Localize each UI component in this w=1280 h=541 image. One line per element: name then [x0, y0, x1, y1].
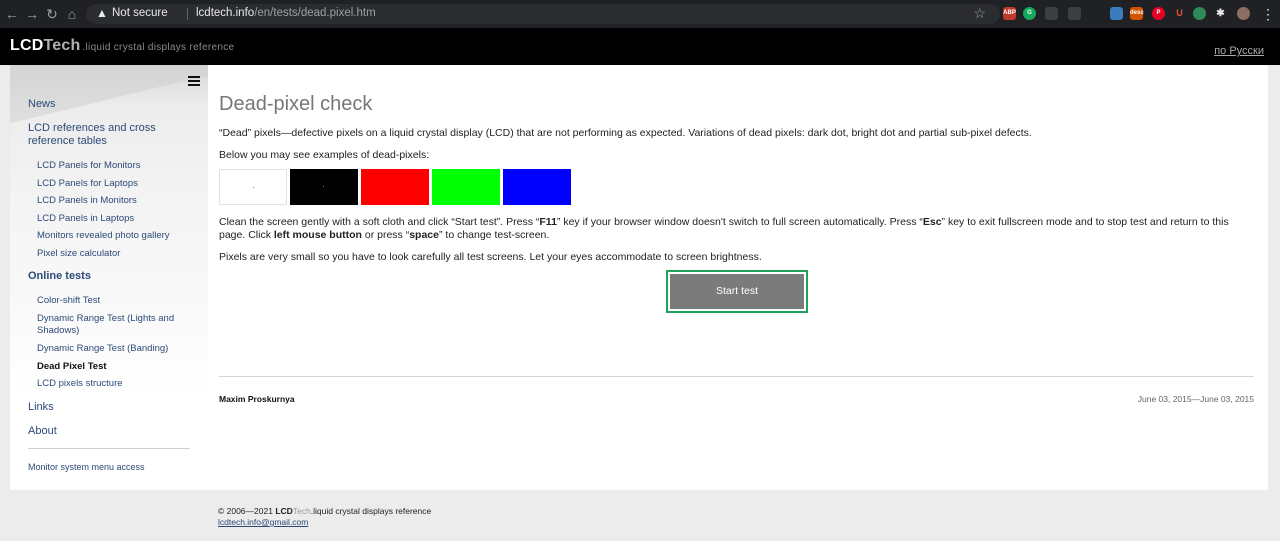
sidebar-item-online-tests[interactable]: Online tests: [28, 270, 91, 282]
sidebar-decoration: [10, 65, 208, 123]
main-content: Dead-pixel check “Dead” pixels—defective…: [219, 65, 1259, 490]
sidebar-item-about[interactable]: About: [28, 425, 57, 437]
browser-toolbar: ← → ↻ ⌂ ▲ Not secure lcdtech.info/en/tes…: [0, 0, 1280, 28]
extension-icon[interactable]: U: [1173, 7, 1186, 20]
sidebar-item-lcd-panels-monitors[interactable]: LCD Panels for Monitors: [37, 160, 140, 171]
sidebar-divider: [28, 448, 190, 449]
extension-icon[interactable]: [1110, 7, 1123, 20]
sidebar-item-lcd-references[interactable]: LCD references and cross reference table…: [28, 122, 178, 148]
sidebar-item-news[interactable]: News: [28, 98, 56, 110]
swatch-black: [290, 169, 358, 205]
start-test-button[interactable]: Start test: [670, 274, 804, 309]
abp-extension-icon[interactable]: ABP: [1003, 7, 1016, 20]
extension-icon[interactable]: [1068, 7, 1081, 20]
forward-arrow-icon[interactable]: →: [24, 6, 40, 22]
security-label: Not secure: [112, 7, 168, 19]
puzzle-extensions-icon[interactable]: ✱: [1214, 7, 1227, 20]
examples-label: Below you may see examples of dead-pixel…: [219, 149, 430, 161]
warning-icon: ▲: [96, 6, 108, 20]
sidebar-item-dynamic-range-banding[interactable]: Dynamic Range Test (Banding): [37, 343, 168, 354]
url-text: lcdtech.info/en/tests/dead.pixel.htm: [196, 7, 376, 19]
sidebar-item-color-shift-test[interactable]: Color-shift Test: [37, 295, 100, 306]
content-divider: [219, 376, 1254, 377]
sidebar-item-links[interactable]: Links: [28, 401, 54, 413]
bookmark-star-icon[interactable]: ☆: [973, 5, 986, 22]
sidebar-item-pixel-size-calculator[interactable]: Pixel size calculator: [37, 248, 120, 259]
sidebar-item-dead-pixel-test[interactable]: Dead Pixel Test: [37, 361, 107, 372]
sidebar-item-photo-gallery[interactable]: Monitors revealed photo gallery: [37, 230, 170, 241]
sidebar-item-panels-in-laptops[interactable]: LCD Panels in Laptops: [37, 213, 134, 224]
sidebar: News LCD references and cross reference …: [10, 65, 208, 490]
desc-extension-icon[interactable]: desc: [1130, 7, 1144, 20]
reload-icon[interactable]: ↻: [44, 6, 60, 22]
back-arrow-icon[interactable]: ←: [4, 6, 20, 22]
menu-dots-icon[interactable]: ⋮: [1260, 6, 1276, 22]
swatch-white: [219, 169, 287, 205]
sidebar-item-lcd-pixels-structure[interactable]: LCD pixels structure: [37, 378, 123, 389]
site-footer: © 2006—2021 LCDTech.liquid crystal displ…: [218, 506, 431, 528]
profile-avatar[interactable]: [1237, 7, 1250, 20]
author-name: Maxim Proskurnya: [219, 394, 295, 404]
instructions-paragraph: Clean the screen gently with a soft clot…: [219, 216, 1229, 241]
sidebar-item-lcd-panels-laptops[interactable]: LCD Panels for Laptops: [37, 178, 138, 189]
sidebar-item-dynamic-range-lights[interactable]: Dynamic Range Test (Lights and Shadows): [37, 313, 187, 337]
contact-email-link[interactable]: lcdtech.info@gmail.com: [218, 517, 308, 527]
publish-date: June 03, 2015—June 03, 2015: [1137, 394, 1254, 404]
content-card: News LCD references and cross reference …: [10, 65, 1268, 490]
swatch-blue: [503, 169, 571, 205]
address-bar[interactable]: ▲ Not secure lcdtech.info/en/tests/dead.…: [86, 4, 1000, 24]
grammarly-extension-icon[interactable]: G: [1023, 7, 1036, 20]
site-header: LCDTech .liquid crystal displays referenc…: [0, 28, 1280, 65]
intro-paragraph: “Dead” pixels—defective pixels on a liqu…: [219, 127, 1032, 139]
site-logo[interactable]: LCDTech .liquid crystal displays referenc…: [10, 37, 234, 55]
swatch-red: [361, 169, 429, 205]
copyright-text: © 2006—2021 LCDTech.liquid crystal displ…: [218, 506, 432, 516]
language-link[interactable]: по Русски: [1214, 45, 1264, 57]
swatch-green: [432, 169, 500, 205]
hamburger-menu-icon[interactable]: [188, 76, 200, 88]
sidebar-item-panels-in-monitors[interactable]: LCD Panels in Monitors: [37, 195, 137, 206]
sidebar-item-monitor-menu-access[interactable]: Monitor system menu access: [28, 462, 145, 472]
pixels-note: Pixels are very small so you have to loo…: [219, 251, 762, 263]
page-title: Dead-pixel check: [219, 93, 373, 115]
home-icon[interactable]: ⌂: [64, 6, 80, 22]
pinterest-extension-icon[interactable]: P: [1152, 7, 1165, 20]
extension-icon[interactable]: [1045, 7, 1058, 20]
start-test-focus-ring: Start test: [666, 270, 808, 313]
extension-icon[interactable]: [1193, 7, 1206, 20]
address-divider: [187, 8, 188, 20]
